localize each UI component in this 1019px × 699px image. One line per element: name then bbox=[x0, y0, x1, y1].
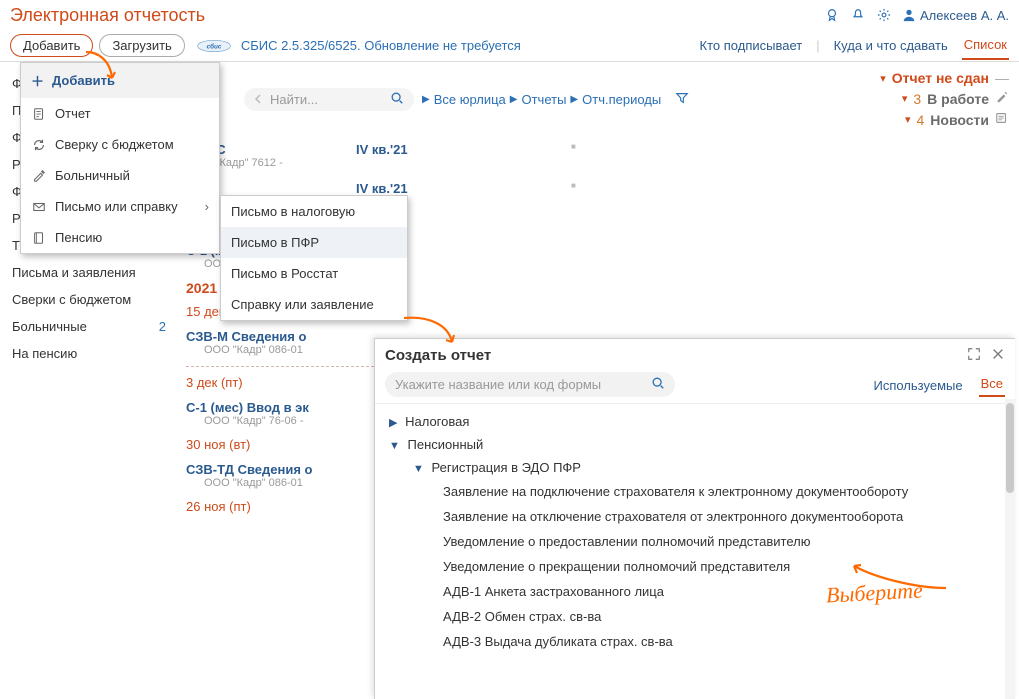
tree-leaf[interactable]: АДВ-2 Обмен страх. св-ва bbox=[385, 604, 1011, 629]
chevron-left-icon bbox=[254, 94, 264, 104]
status-in-work[interactable]: ▾ 3 В работе bbox=[880, 88, 1009, 109]
search-icon[interactable] bbox=[390, 91, 404, 108]
who-signs-link[interactable]: Кто подписывает bbox=[700, 38, 803, 53]
panel-body: ▶ Налоговая ▼ Пенсионный ▼ Регистрация в… bbox=[375, 404, 1015, 699]
tree-leaf[interactable]: Уведомление о предоставлении полномочий … bbox=[385, 529, 1011, 554]
version-text: СБИС 2.5.325/6525. Обновление не требует… bbox=[241, 38, 521, 53]
submenu-item[interactable]: Справку или заявление bbox=[221, 289, 407, 320]
letter-submenu: Письмо в налоговуюПисьмо в ПФРПисьмо в Р… bbox=[220, 195, 408, 321]
chevron-right-icon: › bbox=[205, 199, 209, 214]
status-not-sent[interactable]: ▾ Отчет не сдан — bbox=[880, 68, 1009, 88]
dropdown-item[interactable]: Больничный bbox=[21, 160, 219, 191]
dropdown-item[interactable]: Письмо или справку › bbox=[21, 191, 219, 222]
arrow-annotation bbox=[398, 312, 468, 352]
user-menu[interactable]: Алексеев А. А. bbox=[902, 8, 1009, 23]
arrow-annotation bbox=[78, 48, 128, 88]
search-icon[interactable] bbox=[651, 376, 665, 393]
svg-text:сбис: сбис bbox=[206, 42, 221, 50]
callout-text: Выберите bbox=[825, 577, 923, 608]
expand-icon[interactable] bbox=[967, 347, 981, 364]
sidebar-item[interactable]: Письма и заявления bbox=[8, 259, 180, 286]
minus-icon: — bbox=[995, 70, 1009, 86]
pen-icon bbox=[31, 169, 47, 183]
gear-icon[interactable] bbox=[876, 7, 892, 23]
sidebar-item-label: Больничные bbox=[12, 319, 87, 334]
triangle-down-icon: ▼ bbox=[389, 440, 400, 452]
sidebar-item[interactable]: Сверки с бюджетом bbox=[8, 286, 180, 313]
breadcrumb-item[interactable]: Отч.периоды bbox=[582, 92, 661, 107]
dropdown-item-label: Отчет bbox=[55, 106, 91, 121]
report-title: о НДС bbox=[186, 142, 1009, 157]
search-placeholder: Найти... bbox=[270, 92, 318, 107]
report-period: IV кв.'21 bbox=[356, 142, 408, 157]
dropdown-item[interactable]: Сверку с бюджетом bbox=[21, 129, 219, 160]
tree-leaf[interactable]: Заявление на подключение страхователя к … bbox=[385, 479, 1011, 504]
badge: 2 bbox=[159, 319, 166, 334]
sidebar-item[interactable]: На пенсию bbox=[8, 340, 180, 367]
panel-search-input[interactable]: Укажите название или код формы bbox=[385, 372, 675, 397]
hammer-icon bbox=[995, 90, 1009, 107]
chevron-down-icon: ▾ bbox=[880, 72, 886, 85]
tree-leaf[interactable]: АДВ-3 Выдача дубликата страх. св-ва bbox=[385, 629, 1011, 654]
chevron-down-icon: ▾ bbox=[902, 92, 908, 105]
submenu-item[interactable]: Письмо в ПФР bbox=[221, 227, 407, 258]
user-icon bbox=[902, 8, 916, 22]
book-icon bbox=[31, 231, 47, 245]
news-icon bbox=[995, 111, 1009, 128]
doc-icon bbox=[31, 107, 47, 121]
report-title: СС bbox=[186, 181, 1009, 196]
sidebar-item[interactable]: Больничные 2 bbox=[8, 313, 180, 340]
triangle-right-icon: ▶ bbox=[422, 94, 430, 105]
panel-search-placeholder: Укажите название или код формы bbox=[395, 377, 601, 392]
tab-all[interactable]: Все bbox=[979, 372, 1005, 397]
sidebar-item-label: На пенсию bbox=[12, 346, 77, 361]
report-period: IV кв.'21 bbox=[356, 181, 408, 196]
tab-used[interactable]: Используемые bbox=[871, 374, 964, 397]
triangle-right-icon: ▶ bbox=[389, 416, 397, 429]
report-row[interactable]: о НДСIV кв.'21 ■ О "Кадр" 7612 - bbox=[186, 136, 1009, 175]
user-name: Алексеев А. А. bbox=[920, 8, 1009, 23]
add-dropdown: ＋ Добавить ОтчетСверку с бюджетомБольнич… bbox=[20, 62, 220, 254]
status-news[interactable]: ▾ 4 Новости bbox=[880, 109, 1009, 130]
dropdown-item[interactable]: Отчет bbox=[21, 98, 219, 129]
breadcrumb-item[interactable]: Отчеты bbox=[521, 92, 566, 107]
tree-leaf[interactable]: Заявление на отключение страхователя от … bbox=[385, 504, 1011, 529]
tree-node-reg[interactable]: ▼ Регистрация в ЭДО ПФР bbox=[385, 456, 1011, 479]
plus-icon: ＋ bbox=[31, 71, 44, 90]
filter-icon[interactable] bbox=[675, 91, 689, 108]
status-dot-icon: ■ bbox=[571, 142, 576, 151]
submenu-item[interactable]: Письмо в Росстат bbox=[221, 258, 407, 289]
status-column: ▾ Отчет не сдан — ▾ 3 В работе ▾ 4 Новос… bbox=[880, 68, 1009, 130]
bell-icon[interactable] bbox=[850, 7, 866, 23]
scrollbar[interactable] bbox=[1005, 399, 1015, 699]
dropdown-item-label: Письмо или справку bbox=[55, 199, 178, 214]
app-title: Электронная отчетость bbox=[10, 5, 205, 26]
search-input[interactable]: Найти... bbox=[244, 88, 414, 111]
dropdown-item-label: Больничный bbox=[55, 168, 130, 183]
create-report-panel: Создать отчет Укажите название или код ф… bbox=[374, 338, 1015, 699]
sbis-logo: сбис bbox=[195, 37, 233, 55]
triangle-right-icon: ▶ bbox=[570, 94, 578, 105]
where-send-link[interactable]: Куда и что сдавать bbox=[834, 38, 948, 53]
tab-list[interactable]: Список bbox=[962, 31, 1009, 60]
report-org: О "Кадр" 7612 - bbox=[186, 157, 1009, 169]
award-icon[interactable] bbox=[824, 7, 840, 23]
breadcrumb[interactable]: ▶ Все юрлица ▶ Отчеты ▶ Отч.периоды bbox=[422, 92, 661, 107]
tree-node-tax[interactable]: ▶ Налоговая bbox=[385, 410, 1011, 433]
dropdown-item[interactable]: Пенсию bbox=[21, 222, 219, 253]
tree-node-pension[interactable]: ▼ Пенсионный bbox=[385, 433, 1011, 456]
chevron-down-icon: ▾ bbox=[905, 113, 911, 126]
triangle-down-icon: ▼ bbox=[413, 463, 424, 475]
status-dot-icon: ■ bbox=[571, 181, 576, 190]
sync-icon bbox=[31, 138, 47, 152]
breadcrumb-item[interactable]: Все юрлица bbox=[434, 92, 506, 107]
close-icon[interactable] bbox=[991, 347, 1005, 364]
mail-icon bbox=[31, 200, 47, 214]
submenu-item[interactable]: Письмо в налоговую bbox=[221, 196, 407, 227]
triangle-right-icon: ▶ bbox=[510, 94, 518, 105]
dropdown-item-label: Сверку с бюджетом bbox=[55, 137, 174, 152]
sidebar-item-label: Письма и заявления bbox=[12, 265, 136, 280]
sidebar-item-label: Сверки с бюджетом bbox=[12, 292, 131, 307]
dropdown-item-label: Пенсию bbox=[55, 230, 102, 245]
